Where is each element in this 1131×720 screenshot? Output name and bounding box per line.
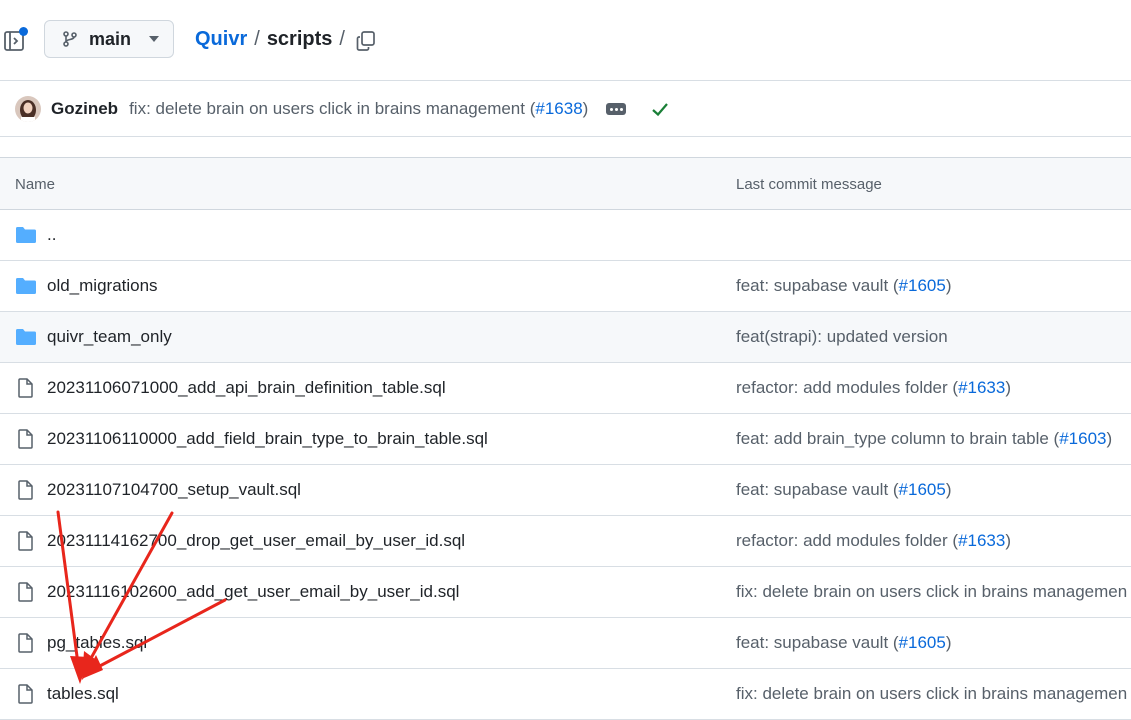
row-commit-close: ) <box>1106 429 1113 448</box>
file-icon <box>18 684 33 704</box>
table-row[interactable]: quivr_team_only feat(strapi): updated ver… <box>0 312 1131 363</box>
row-pr-link[interactable]: #1605 <box>899 480 946 499</box>
table-row[interactable]: old_migrations feat: supabase vault (#160… <box>0 261 1131 312</box>
row-commit-message[interactable]: feat: supabase vault (#1605) <box>736 276 952 296</box>
file-name-link[interactable]: quivr_team_only <box>47 327 172 347</box>
file-name-link[interactable]: 20231116102600_add_get_user_email_by_use… <box>47 582 459 602</box>
file-icon <box>18 582 33 602</box>
file-name-link[interactable]: pg_tables.sql <box>47 633 147 653</box>
row-commit-text: feat: supabase vault ( <box>736 633 899 652</box>
row-commit-close: ) <box>1005 531 1012 550</box>
commit-author[interactable]: Gozineb <box>51 99 118 119</box>
row-commit-message[interactable]: refactor: add modules folder (#1633) <box>736 531 1011 551</box>
file-name-link[interactable]: 20231114162700_drop_get_user_email_by_us… <box>47 531 465 551</box>
breadcrumb-separator: / <box>339 28 345 50</box>
table-row[interactable]: 20231106110000_add_field_brain_type_to_b… <box>0 414 1131 465</box>
file-name-link[interactable]: old_migrations <box>47 276 158 296</box>
file-icon <box>18 531 33 551</box>
breadcrumb-separator: / <box>254 28 260 50</box>
chevron-down-icon <box>149 36 160 42</box>
row-commit-text: feat: supabase vault ( <box>736 480 899 499</box>
top-bar: main Quivr / scripts / <box>0 0 1131 80</box>
file-icon <box>18 480 33 500</box>
branch-label: main <box>89 28 132 49</box>
commit-pr-link[interactable]: #1638 <box>535 99 582 118</box>
file-name-link[interactable]: 20231106071000_add_api_brain_definition_… <box>47 378 446 398</box>
table-row[interactable]: 20231116102600_add_get_user_email_by_use… <box>0 567 1131 618</box>
row-commit-message[interactable]: feat: add brain_type column to brain tab… <box>736 429 1112 449</box>
row-pr-link[interactable]: #1605 <box>899 276 946 295</box>
table-row[interactable]: tables.sql fix: delete brain on users cli… <box>0 669 1131 720</box>
row-commit-message[interactable]: feat: supabase vault (#1605) <box>736 480 952 500</box>
column-header-commit-message: Last commit message <box>736 176 882 193</box>
folder-icon <box>16 227 36 243</box>
column-header-name: Name <box>15 176 56 193</box>
row-pr-link[interactable]: #1605 <box>899 633 946 652</box>
row-commit-text: fix: delete brain on users click in brai… <box>736 684 1128 703</box>
file-icon <box>18 378 33 398</box>
check-icon[interactable] <box>650 99 670 119</box>
row-commit-message[interactable]: fix: delete brain on users click in brai… <box>736 684 1127 704</box>
table-row[interactable]: 20231107104700_setup_vault.sql feat: supa… <box>0 465 1131 516</box>
row-pr-link[interactable]: #1633 <box>958 378 1005 397</box>
file-name-link[interactable]: 20231107104700_setup_vault.sql <box>47 480 301 500</box>
row-commit-text: refactor: add modules folder ( <box>736 378 959 397</box>
row-commit-message[interactable]: fix: delete brain on users click in brai… <box>736 582 1127 602</box>
latest-commit-bar: Gozineb fix: delete brain on users click… <box>0 81 1131 136</box>
file-table: Name Last commit message .. old_migration… <box>0 157 1131 720</box>
folder-icon <box>16 329 36 345</box>
file-icon <box>18 633 33 653</box>
ellipsis-icon[interactable] <box>606 102 627 115</box>
branch-icon <box>63 31 77 47</box>
divider <box>0 136 1131 137</box>
branch-selector-button[interactable]: main <box>44 20 174 58</box>
row-pr-link[interactable]: #1603 <box>1059 429 1106 448</box>
table-row[interactable]: .. <box>0 210 1131 261</box>
row-commit-text: feat(strapi): updated version <box>736 327 948 346</box>
notification-dot <box>19 27 28 36</box>
file-name-link[interactable]: tables.sql <box>47 684 119 704</box>
row-commit-text: refactor: add modules folder ( <box>736 531 959 550</box>
table-header: Name Last commit message <box>0 158 1131 210</box>
table-row[interactable]: 20231106071000_add_api_brain_definition_… <box>0 363 1131 414</box>
file-name-link[interactable]: 20231106110000_add_field_brain_type_to_b… <box>47 429 488 449</box>
breadcrumb-repo-link[interactable]: Quivr <box>195 28 247 51</box>
breadcrumb-current-dir: scripts <box>266 28 333 50</box>
commit-message-text: fix: delete brain on users click in brai… <box>129 98 536 118</box>
table-body: .. old_migrations feat: supabase vault (#1… <box>0 210 1131 720</box>
row-commit-close: ) <box>945 276 952 295</box>
row-commit-message[interactable]: feat(strapi): updated version <box>736 327 948 347</box>
row-commit-text: feat: add brain_type column to brain tab… <box>736 429 1060 448</box>
row-commit-close: ) <box>945 480 952 499</box>
row-commit-close: ) <box>945 633 952 652</box>
row-commit-text: feat: supabase vault ( <box>736 276 899 295</box>
avatar[interactable] <box>15 95 41 122</box>
commit-message-close: ) <box>582 98 589 118</box>
row-commit-text: fix: delete brain on users click in brai… <box>736 582 1128 601</box>
row-commit-close: ) <box>1005 378 1012 397</box>
copy-icon[interactable] <box>355 30 377 52</box>
row-pr-link[interactable]: #1633 <box>958 531 1005 550</box>
file-name-link[interactable]: .. <box>47 225 56 245</box>
commit-message[interactable]: fix: delete brain on users click in brai… <box>129 99 588 119</box>
row-commit-message[interactable]: refactor: add modules folder (#1633) <box>736 378 1011 398</box>
folder-icon <box>16 278 36 294</box>
breadcrumb: Quivr / scripts / <box>195 28 352 51</box>
table-row[interactable]: 20231114162700_drop_get_user_email_by_us… <box>0 516 1131 567</box>
table-row[interactable]: pg_tables.sql feat: supabase vault (#1605… <box>0 618 1131 669</box>
row-commit-message[interactable]: feat: supabase vault (#1605) <box>736 633 952 653</box>
file-icon <box>18 429 33 449</box>
